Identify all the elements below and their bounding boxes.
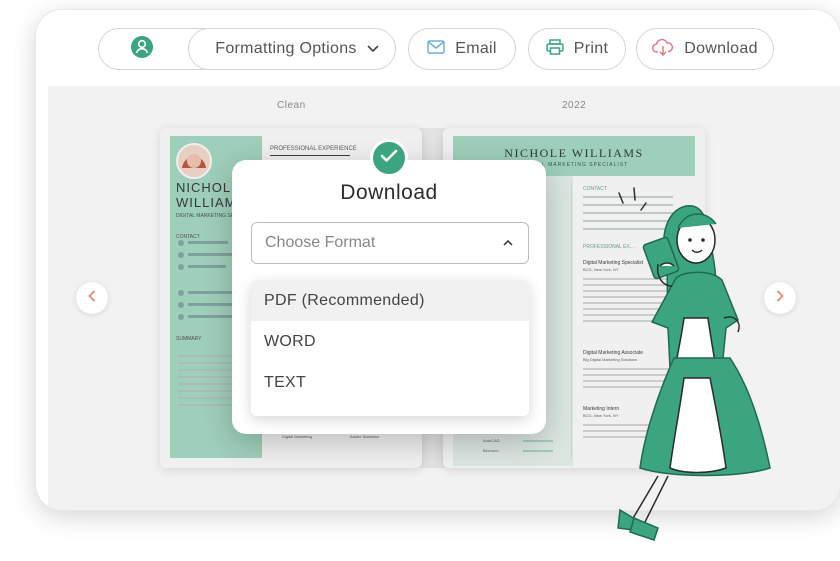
template-label-2022: 2022 [562, 100, 587, 111]
download-button[interactable]: Download [636, 28, 774, 70]
chevron-left-icon [88, 289, 96, 307]
format-options-menu: PDF (Recommended) WORD TEXT [251, 280, 529, 416]
dialog-title: Download [340, 181, 438, 204]
woman-with-tablet-illustration [617, 187, 771, 541]
format-option-text[interactable]: TEXT [251, 362, 529, 403]
format-option-word[interactable]: WORD [251, 321, 529, 362]
check-badge [370, 139, 408, 177]
previous-template-button[interactable] [76, 282, 108, 314]
format-option-pdf[interactable]: PDF (Recommended) [251, 280, 529, 321]
check-icon [380, 149, 398, 168]
print-label: Print [573, 40, 609, 57]
email-label: Email [455, 40, 497, 57]
toolbar: Formatting Options Email Print Download [36, 10, 840, 86]
chevron-down-icon [367, 40, 379, 58]
format-select[interactable]: Choose Format [251, 222, 529, 264]
mail-icon [427, 39, 445, 59]
format-select-placeholder: Choose Format [265, 234, 376, 251]
email-button[interactable]: Email [408, 28, 516, 70]
user-icon [130, 35, 154, 64]
print-icon [546, 38, 564, 60]
formatting-options-button[interactable]: Formatting Options [188, 28, 396, 70]
chevron-up-icon [502, 236, 514, 254]
download-label: Download [684, 40, 758, 57]
print-button[interactable]: Print [528, 28, 626, 70]
template-label-clean: Clean [277, 100, 306, 111]
formatting-options-label: Formatting Options [215, 40, 357, 57]
cloud-download-icon [652, 38, 674, 61]
